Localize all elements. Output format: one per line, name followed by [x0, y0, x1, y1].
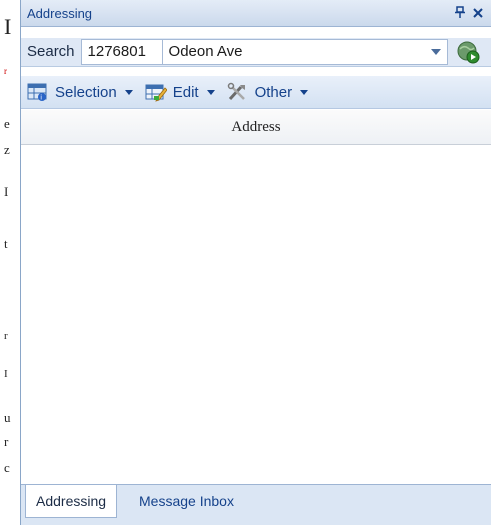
bg-text: u	[4, 410, 11, 425]
street-combobox[interactable]: Odeon Ave	[162, 39, 448, 65]
edit-table-icon	[145, 84, 167, 102]
search-label: Search	[27, 43, 75, 60]
chevron-down-icon[interactable]	[430, 49, 441, 55]
background-document: I r e z I t r I u r c	[0, 0, 20, 525]
bg-text: r	[4, 66, 7, 76]
bg-text: I	[4, 184, 9, 199]
street-value: Odeon Ave	[168, 43, 243, 60]
panel-toolbar: i Selection Edit Other	[21, 76, 491, 109]
chevron-down-icon	[206, 89, 215, 95]
edit-menu-button[interactable]: Edit	[139, 78, 221, 106]
addressing-panel: Addressing Search 1276801 Odeon Ave i Se…	[20, 0, 491, 525]
bottom-tab-bar: Addressing Message Inbox	[21, 484, 491, 525]
globe-go-icon	[457, 41, 480, 64]
bg-text: r	[4, 434, 9, 449]
address-column-header[interactable]: Address	[21, 110, 491, 145]
chevron-down-icon	[300, 89, 309, 95]
bg-text: I	[4, 368, 8, 380]
address-list[interactable]	[21, 145, 491, 485]
bg-text: I	[4, 14, 12, 39]
bg-text: z	[4, 142, 10, 157]
edit-label: Edit	[172, 83, 199, 101]
search-bar: Search 1276801 Odeon Ave	[21, 38, 491, 67]
chevron-down-icon	[124, 89, 133, 95]
bg-text: t	[4, 236, 8, 251]
panel-titlebar[interactable]: Addressing	[21, 0, 491, 27]
tab-addressing[interactable]: Addressing	[25, 485, 118, 518]
other-label: Other	[254, 83, 293, 101]
bg-text: e	[4, 116, 10, 131]
tools-icon	[227, 82, 245, 101]
other-menu-button[interactable]: Other	[221, 78, 315, 106]
selection-menu-button[interactable]: i Selection	[21, 78, 139, 106]
house-number-input[interactable]: 1276801	[80, 39, 163, 65]
bg-text: c	[4, 460, 10, 475]
panel-title: Addressing	[27, 5, 93, 21]
go-search-button[interactable]	[456, 40, 480, 64]
pin-icon[interactable]	[451, 5, 469, 21]
tab-message-inbox[interactable]: Message Inbox	[129, 485, 244, 517]
close-icon[interactable]	[469, 6, 487, 21]
selection-icon: i	[27, 83, 47, 102]
selection-label: Selection	[55, 83, 117, 101]
bg-text: r	[4, 330, 8, 342]
